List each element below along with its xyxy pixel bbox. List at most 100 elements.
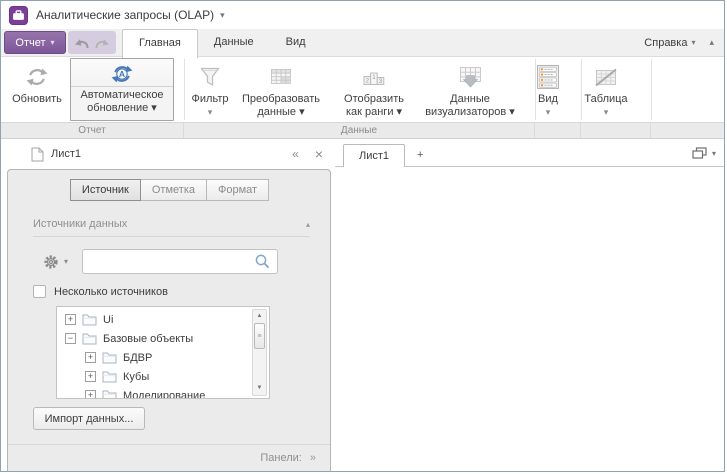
undo-icon[interactable] [73, 36, 90, 50]
visualizer-data-button[interactable]: Данные визуализаторов ▾ [422, 58, 518, 121]
add-sheet-button[interactable]: + [405, 144, 435, 166]
multiple-sources-label: Несколько источников [54, 286, 168, 298]
view-dropdown: ▾ [546, 107, 551, 117]
refresh-button[interactable]: Обновить [4, 58, 70, 121]
tab-source[interactable]: Источник [70, 179, 141, 201]
report-canvas[interactable] [335, 167, 724, 471]
panels-expand-icon[interactable]: » [310, 452, 316, 464]
group-label-empty [651, 123, 724, 138]
section-collapse-icon[interactable]: ▴ [306, 220, 310, 229]
expand-icon[interactable]: + [85, 390, 96, 399]
panel-tab-strip: Источник Отметка Формат [8, 179, 330, 201]
collapse-ribbon-button[interactable]: ▴ [709, 37, 714, 48]
search-icon[interactable] [254, 253, 271, 270]
tree-item-cubes[interactable]: + Кубы [57, 367, 269, 386]
search-row: ▾ [42, 249, 310, 274]
sheet-tab-bar: Лист1 + ▾ [335, 139, 724, 167]
report-menu-button[interactable]: Отчет ▾ [4, 31, 66, 54]
view-label: Вид [538, 93, 558, 105]
tab-format[interactable]: Формат [206, 179, 269, 201]
menubar: Отчет ▾ Главная Данные Вид Справка ▾ ▴ [1, 29, 724, 57]
filter-button[interactable]: Фильтр ▾ [184, 58, 236, 121]
tree-item-modeling[interactable]: + Моделирование [57, 386, 269, 399]
search-input[interactable] [89, 256, 254, 268]
tree-item-base-objects[interactable]: − Базовые объекты [57, 329, 269, 348]
collapse-icon[interactable]: − [65, 333, 76, 344]
folder-icon [82, 332, 97, 345]
chevron-down-icon: ▾ [51, 38, 55, 47]
tree-item-ui[interactable]: + Ui [57, 310, 269, 329]
ribbon-separator [184, 59, 185, 120]
view-button[interactable]: Вид ▾ [527, 58, 569, 121]
group-label-empty [535, 123, 581, 138]
table-button[interactable]: Таблица ▾ [575, 58, 637, 121]
sheet-tab-list1[interactable]: Лист1 [343, 144, 405, 167]
folder-icon [102, 351, 117, 364]
import-data-button[interactable]: Импорт данных... [33, 407, 145, 430]
panels-footer: Панели: » [8, 444, 330, 471]
left-panel-header: Лист1 « × [1, 139, 335, 169]
panel-close-button[interactable]: × [315, 146, 323, 162]
multiple-sources-checkbox[interactable] [33, 285, 46, 298]
visualizer-data-label-line2: визуализаторов ▾ [425, 106, 515, 118]
tree-scrollbar[interactable]: ▲ ≡ ▼ [252, 309, 267, 396]
display-as-ranks-icon: 2 1 3 [363, 61, 386, 93]
cascade-windows-icon [692, 147, 707, 159]
folder-icon [102, 370, 117, 383]
auto-refresh-icon: A [109, 62, 135, 86]
ribbon-group-labels: Отчет Данные [1, 122, 724, 139]
visualizer-data-icon [458, 61, 483, 93]
expand-icon[interactable]: + [85, 371, 96, 382]
help-menu[interactable]: Справка [644, 37, 687, 49]
tab-glavnaya[interactable]: Главная [122, 29, 198, 58]
scroll-down-icon[interactable]: ▼ [257, 382, 263, 395]
folder-icon [82, 313, 97, 326]
expand-icon[interactable]: + [85, 352, 96, 363]
table-icon [594, 61, 618, 93]
titlebar: Аналитические запросы (OLAP) ▾ [1, 1, 724, 29]
auto-refresh-label-line2: обновление ▾ [87, 102, 157, 114]
chevron-down-icon: ▾ [712, 149, 716, 158]
ribbon-separator [581, 59, 582, 120]
multiple-sources-row: Несколько источников [33, 285, 310, 298]
window-arrange-control[interactable]: ▾ [692, 147, 724, 166]
menubar-right: Справка ▾ ▴ [644, 37, 724, 49]
scroll-up-icon[interactable]: ▲ [257, 310, 263, 323]
redo-icon[interactable] [94, 36, 111, 50]
tree-label: Кубы [123, 371, 149, 383]
undo-redo-group [68, 31, 116, 54]
settings-menu-button[interactable]: ▾ [42, 253, 68, 271]
ribbon: Обновить A Автоматическое обновление ▾ [1, 57, 724, 122]
data-sources-tree: + Ui − [56, 306, 270, 399]
app-window: Аналитические запросы (OLAP) ▾ Отчет ▾ Г… [0, 0, 725, 472]
panel-collapse-button[interactable]: « [292, 147, 299, 161]
tree-label: Базовые объекты [103, 333, 193, 345]
group-label-empty [581, 123, 651, 138]
expand-icon[interactable]: + [65, 314, 76, 325]
chevron-down-icon: ▾ [691, 38, 695, 47]
page-title: Аналитические запросы (OLAP) [36, 8, 214, 22]
folder-icon [102, 389, 117, 399]
ribbon-separator [535, 59, 536, 120]
ribbon-tab-strip: Главная Данные Вид [122, 29, 322, 57]
app-icon [9, 6, 28, 25]
title-dropdown-icon[interactable]: ▾ [220, 10, 225, 21]
scrollbar-thumb[interactable]: ≡ [254, 323, 265, 349]
tree-item-bdvr[interactable]: + БДВР [57, 348, 269, 367]
display-as-ranks-button[interactable]: 2 1 3 Отобразить как ранги ▾ [326, 58, 422, 121]
tab-dannye[interactable]: Данные [198, 29, 270, 57]
filter-label: Фильтр [192, 93, 229, 105]
refresh-label: Обновить [12, 93, 62, 105]
display-as-ranks-label-line1: Отобразить [344, 93, 404, 105]
visualizer-data-label-line1: Данные [450, 93, 490, 105]
transform-data-button[interactable]: Преобразовать данные ▾ [236, 58, 326, 121]
tab-vid[interactable]: Вид [270, 29, 322, 57]
group-label-data: Данные [184, 123, 535, 138]
chevron-down-icon: ▾ [64, 257, 68, 266]
group-label-report: Отчет [1, 123, 184, 138]
tab-mark[interactable]: Отметка [140, 179, 207, 201]
filter-dropdown: ▾ [208, 107, 213, 117]
table-label: Таблица [584, 93, 627, 105]
auto-refresh-button[interactable]: A Автоматическое обновление ▾ [70, 58, 174, 121]
data-sources-section-header[interactable]: Источники данных ▴ [33, 218, 310, 237]
